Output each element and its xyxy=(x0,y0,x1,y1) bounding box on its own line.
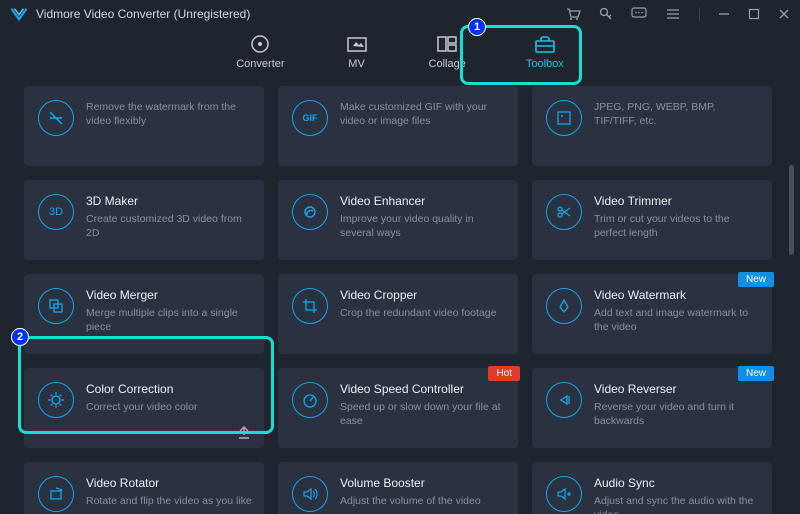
3d-icon: 3D xyxy=(38,194,74,230)
card-video-enhancer[interactable]: Video EnhancerImprove your video quality… xyxy=(278,180,518,260)
toolbox-icon xyxy=(533,34,557,54)
card-color-correction[interactable]: Color CorrectionCorrect your video color xyxy=(24,368,264,448)
toolbox-grid-scroll[interactable]: Remove the watermark from the video flex… xyxy=(0,86,800,514)
converter-icon xyxy=(249,33,271,55)
card-gif-maker[interactable]: GIF Make customized GIF with your video … xyxy=(278,86,518,166)
hot-badge: Hot xyxy=(488,366,520,381)
card-video-trimmer[interactable]: Video TrimmerTrim or cut your videos to … xyxy=(532,180,772,260)
scrollbar-thumb[interactable] xyxy=(789,165,794,255)
tab-collage[interactable]: Collage xyxy=(429,34,466,70)
toolbox-grid: Remove the watermark from the video flex… xyxy=(24,86,776,514)
card-watermark-remover[interactable]: Remove the watermark from the video flex… xyxy=(24,86,264,166)
tab-toolbox[interactable]: Toolbox xyxy=(526,34,564,70)
reverse-icon xyxy=(546,382,582,418)
watermark-icon xyxy=(546,288,582,324)
card-image-converter[interactable]: JPEG, PNG, WEBP, BMP, TIF/TIFF, etc. xyxy=(532,86,772,166)
card-video-speed[interactable]: Hot Video Speed ControllerSpeed up or sl… xyxy=(278,368,518,448)
enhancer-icon xyxy=(292,194,328,230)
cart-icon[interactable] xyxy=(565,7,581,21)
card-video-cropper[interactable]: Video CropperCrop the redundant video fo… xyxy=(278,274,518,354)
window-title: Vidmore Video Converter (Unregistered) xyxy=(36,7,565,21)
gif-icon: GIF xyxy=(292,100,328,136)
close-icon[interactable] xyxy=(778,8,790,20)
image-convert-icon xyxy=(546,100,582,136)
card-video-watermark[interactable]: New Video WatermarkAdd text and image wa… xyxy=(532,274,772,354)
tab-mv[interactable]: MV xyxy=(345,34,369,70)
annotation-badge-1: 1 xyxy=(468,18,486,36)
speed-icon xyxy=(292,382,328,418)
maximize-icon[interactable] xyxy=(748,8,760,20)
menu-icon[interactable] xyxy=(665,7,681,21)
tab-converter[interactable]: Converter xyxy=(236,34,284,70)
audio-sync-icon xyxy=(546,476,582,512)
main-tabs: Converter MV Collage Toolbox xyxy=(0,28,800,84)
app-logo-icon xyxy=(10,7,28,21)
rotator-icon xyxy=(38,476,74,512)
new-badge: New xyxy=(738,272,774,287)
card-3d-maker[interactable]: 3D 3D MakerCreate customized 3D video fr… xyxy=(24,180,264,260)
titlebar: Vidmore Video Converter (Unregistered) xyxy=(0,0,800,28)
volume-icon xyxy=(292,476,328,512)
merger-icon xyxy=(38,288,74,324)
watermark-remove-icon xyxy=(38,100,74,136)
collage-icon xyxy=(436,34,458,54)
scissors-icon xyxy=(546,194,582,230)
window-controls xyxy=(565,7,790,21)
color-correction-icon xyxy=(38,382,74,418)
card-audio-sync[interactable]: Audio SyncAdjust and sync the audio with… xyxy=(532,462,772,514)
mv-icon xyxy=(346,34,368,54)
card-volume-booster[interactable]: Volume BoosterAdjust the volume of the v… xyxy=(278,462,518,514)
card-video-reverser[interactable]: New Video ReverserReverse your video and… xyxy=(532,368,772,448)
card-video-rotator[interactable]: Video RotatorRotate and flip the video a… xyxy=(24,462,264,514)
new-badge: New xyxy=(738,366,774,381)
card-video-merger[interactable]: Video MergerMerge multiple clips into a … xyxy=(24,274,264,354)
crop-icon xyxy=(292,288,328,324)
annotation-badge-2: 2 xyxy=(11,328,29,346)
minimize-icon[interactable] xyxy=(718,8,730,20)
key-icon[interactable] xyxy=(599,7,613,21)
collapse-icon xyxy=(236,424,252,440)
feedback-icon[interactable] xyxy=(631,7,647,21)
